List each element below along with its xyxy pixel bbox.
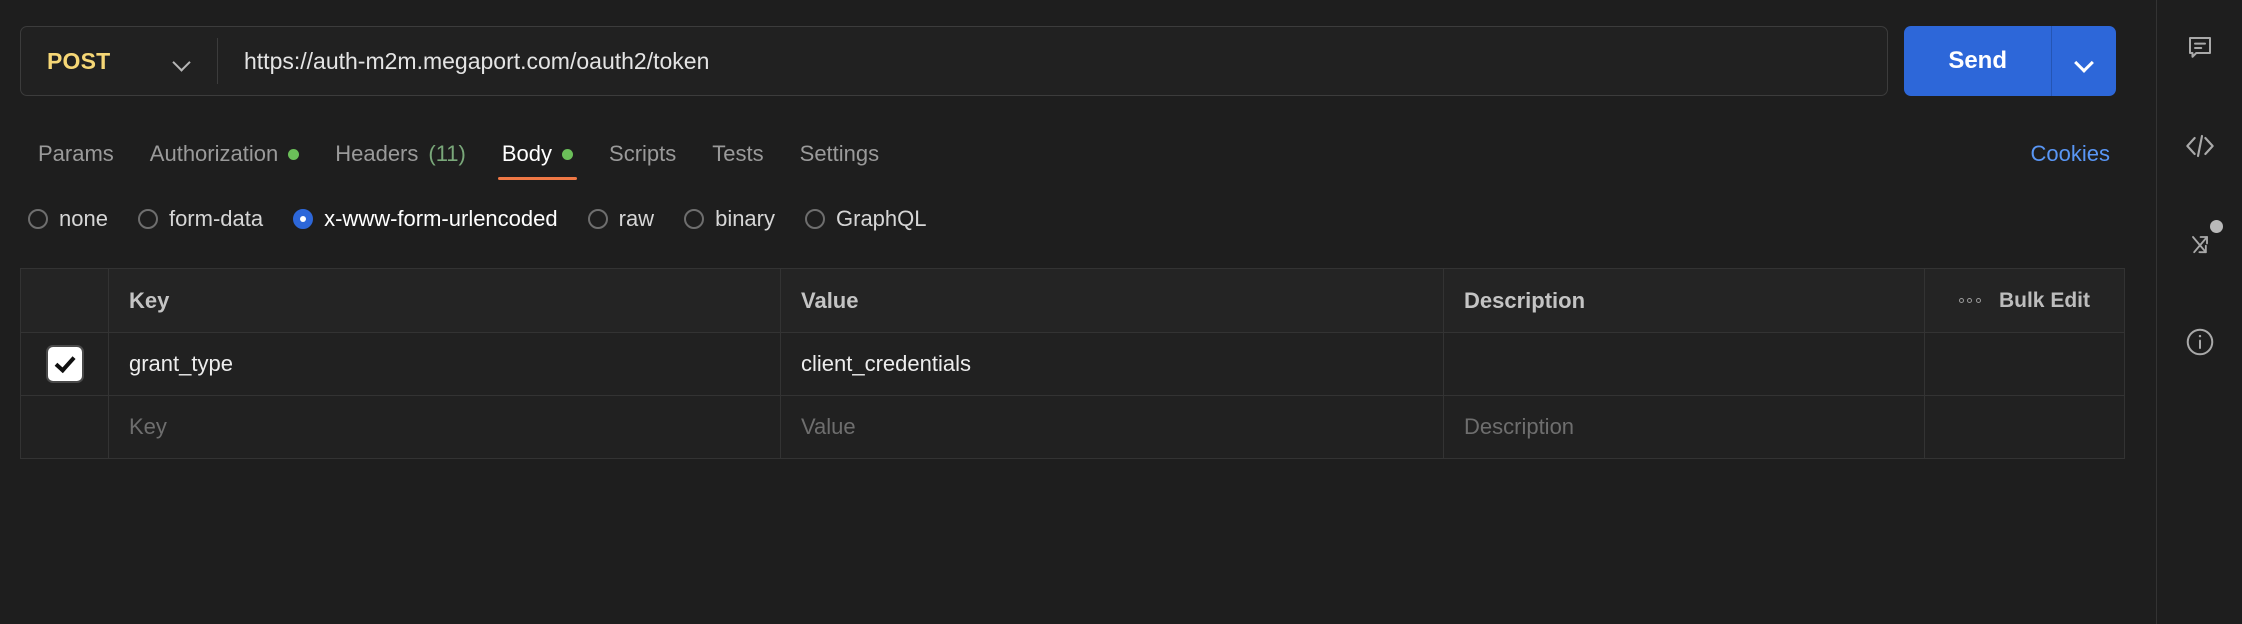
table-header: Key Value Description Bulk Edit (20, 268, 2125, 333)
body-type-form-data[interactable]: form-data (137, 206, 264, 232)
tab-body[interactable]: Body (484, 130, 591, 180)
tab-label: Scripts (609, 141, 677, 166)
row-key-cell[interactable]: grant_type (108, 332, 781, 396)
tab-label: Settings (799, 141, 880, 166)
bulk-edit-label: Bulk Edit (1998, 288, 2090, 312)
header-key: Key (108, 268, 781, 333)
radio-label: x-www-form-urlencoded (324, 206, 558, 231)
header-description: Description (1443, 268, 1925, 333)
tab-label: Params (38, 141, 114, 166)
url-input[interactable] (218, 27, 1888, 95)
main-panel: POST Send Params Authorization (0, 0, 2156, 624)
radio-icon (28, 209, 48, 229)
sync-status-badge (2209, 220, 2223, 233)
chevron-down-icon (173, 56, 191, 67)
request-tabs: Params Authorization Headers (11) Body S… (20, 130, 2116, 186)
header-bulk-edit-cell: Bulk Edit (1924, 268, 2125, 333)
url-bar-row: POST Send (20, 26, 2116, 96)
table-body: grant_type client_credentials Key Value … (20, 332, 2125, 459)
sync-icon[interactable] (2174, 218, 2226, 270)
urlencoded-params-table: Key Value Description Bulk Edit grant_ty… (20, 268, 2125, 459)
tab-label: Authorization (149, 141, 279, 166)
send-button[interactable]: Send (1904, 26, 2051, 96)
radio-label: binary (715, 206, 775, 231)
tab-label: Headers (335, 141, 419, 166)
row-actions-cell (1924, 332, 2125, 396)
tab-scripts[interactable]: Scripts (591, 130, 694, 178)
http-method-selector[interactable]: POST (21, 27, 217, 95)
header-select-all-cell (20, 268, 109, 333)
body-type-x-www-form-urlencoded[interactable]: x-www-form-urlencoded (293, 206, 558, 232)
info-icon[interactable] (2174, 316, 2226, 368)
comment-icon[interactable] (2174, 22, 2226, 74)
more-options-icon[interactable] (1958, 298, 1981, 303)
bulk-edit-button[interactable]: Bulk Edit (1925, 269, 2124, 332)
table-header-row: Key Value Description Bulk Edit (20, 268, 2125, 333)
radio-label: GraphQL (836, 206, 927, 231)
radio-label: form-data (168, 206, 264, 231)
new-row-description-input[interactable]: Description (1443, 395, 1925, 459)
radio-label: none (59, 206, 108, 231)
right-sidebar-rail (2156, 0, 2242, 624)
body-type-options: none form-data x-www-form-urlencoded raw… (28, 206, 927, 232)
body-type-none[interactable]: none (28, 206, 108, 232)
radio-icon (684, 209, 705, 229)
body-type-graphql[interactable]: GraphQL (805, 206, 927, 232)
tab-authorization[interactable]: Authorization (132, 130, 317, 178)
row-checkbox-checked-icon[interactable] (47, 347, 82, 381)
radio-icon (587, 209, 608, 229)
tab-count: (11) (428, 141, 466, 166)
new-row-value-input[interactable]: Value (780, 395, 1444, 459)
header-value: Value (780, 268, 1444, 333)
new-row-actions-cell (1924, 395, 2125, 459)
tab-label: Tests (712, 141, 764, 166)
tab-headers[interactable]: Headers (11) (317, 130, 484, 178)
body-type-raw[interactable]: raw (587, 206, 655, 232)
row-value-cell[interactable]: client_credentials (780, 332, 1444, 396)
radio-selected-icon (293, 209, 314, 229)
body-type-binary[interactable]: binary (684, 206, 775, 232)
tab-label: Body (501, 141, 553, 166)
code-icon[interactable] (2174, 120, 2226, 172)
tab-settings[interactable]: Settings (782, 130, 898, 178)
radio-icon (137, 209, 158, 229)
request-url-box: POST (20, 26, 1889, 96)
radio-icon (805, 209, 825, 229)
cookies-link[interactable]: Cookies (2025, 130, 2116, 178)
send-options-button[interactable] (2052, 26, 2116, 96)
row-description-cell[interactable] (1443, 332, 1925, 396)
radio-label: raw (618, 206, 655, 231)
active-tab-indicator (497, 177, 578, 180)
http-method-label: POST (47, 47, 111, 74)
table-row[interactable]: Key Value Description (20, 395, 2125, 459)
table-row[interactable]: grant_type client_credentials (20, 332, 2125, 396)
tab-params[interactable]: Params (20, 130, 132, 178)
modified-dot-icon (288, 148, 300, 160)
postman-request-builder: POST Send Params Authorization (0, 0, 2242, 624)
send-button-group: Send (1904, 26, 2116, 96)
row-checkbox-cell (20, 395, 109, 459)
new-row-key-input[interactable]: Key (108, 395, 781, 459)
modified-dot-icon (562, 148, 574, 160)
row-checkbox-cell (20, 332, 109, 396)
tab-tests[interactable]: Tests (694, 130, 781, 178)
chevron-down-icon (2075, 56, 2093, 67)
